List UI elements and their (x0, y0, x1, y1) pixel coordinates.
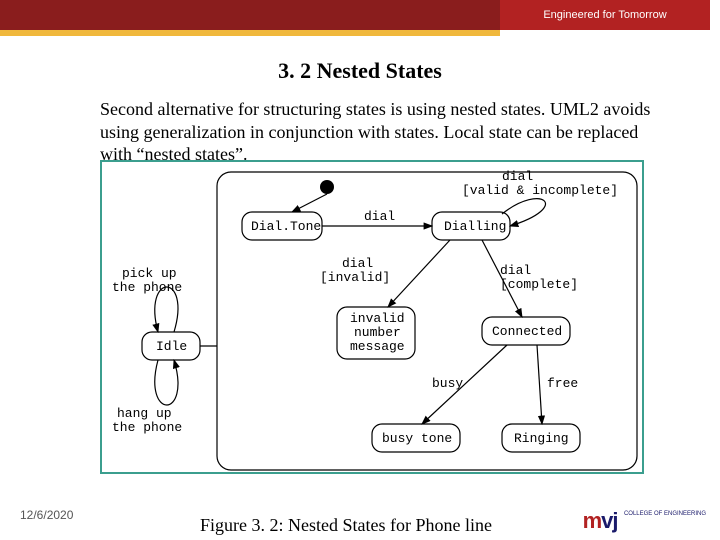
state-connected: Connected (482, 317, 570, 345)
state-busy-tone: busy tone (372, 424, 460, 452)
transition-dialling-to-invalid (388, 240, 450, 307)
state-diagram-svg: Dial.Tone Dialling dial dial [valid & in… (102, 162, 642, 472)
state-connected-label: Connected (492, 324, 562, 339)
header-tagline: Engineered for Tomorrow (543, 9, 666, 21)
label-busy: busy (432, 376, 463, 391)
logo-letter-vj: vj (601, 508, 617, 533)
transition-connected-to-ringing (537, 345, 542, 424)
header-bar: Engineered for Tomorrow (0, 0, 720, 36)
logo-letter-m: m (583, 508, 602, 533)
label-dial-loop-l2: [valid & incomplete] (462, 183, 618, 198)
state-invalid-number-message: invalid number message (337, 307, 415, 359)
header-maroon-band (0, 0, 500, 30)
label-dial-invalid-l1: dial (342, 256, 373, 271)
label-dial-invalid-l2: [invalid] (320, 270, 390, 285)
state-invalid-l3: message (350, 339, 405, 354)
label-pick-up-l1: pick up (122, 266, 177, 281)
transition-initial-to-dialtone (292, 194, 327, 212)
state-invalid-l1: invalid (350, 311, 405, 326)
label-pick-up-l2: the phone (112, 280, 182, 295)
state-ringing: Ringing (502, 424, 580, 452)
figure-caption: Figure 3. 2: Nested States for Phone lin… (200, 515, 492, 536)
label-hang-up-l1: hang up (117, 406, 172, 421)
state-busy-tone-label: busy tone (382, 431, 452, 446)
state-dial-tone: Dial.Tone (242, 212, 322, 240)
transition-hang-up-phone (155, 360, 178, 405)
initial-pseudostate-icon (320, 180, 334, 194)
state-idle: Idle (142, 332, 200, 360)
state-invalid-l2: number (354, 325, 401, 340)
label-dial-loop-l1: dial (502, 169, 533, 184)
header-accent-stripe (0, 30, 500, 36)
state-ringing-label: Ringing (514, 431, 569, 446)
label-dial-complete-l2: [complete] (500, 277, 578, 292)
brand-logo: mvj COLLEGE OF ENGINEERING (583, 508, 706, 534)
body-paragraph: Second alternative for structuring state… (100, 98, 660, 166)
label-hang-up-l2: the phone (112, 420, 182, 435)
state-dialling-label: Dialling (444, 219, 506, 234)
state-idle-label: Idle (156, 339, 187, 354)
logo-subtext: COLLEGE OF ENGINEERING (624, 511, 706, 517)
label-free: free (547, 376, 578, 391)
state-dialling: Dialling (432, 212, 510, 240)
header-tagline-band: Engineered for Tomorrow (500, 0, 710, 30)
state-diagram: Dial.Tone Dialling dial dial [valid & in… (100, 160, 644, 474)
slide-content: 3. 2 Nested States Second alternative fo… (0, 40, 720, 166)
state-dial-tone-label: Dial.Tone (251, 219, 321, 234)
page-title: 3. 2 Nested States (0, 58, 720, 84)
label-dial-complete-l1: dial (500, 263, 531, 278)
footer-date: 12/6/2020 (20, 508, 73, 522)
label-dial: dial (364, 209, 395, 224)
